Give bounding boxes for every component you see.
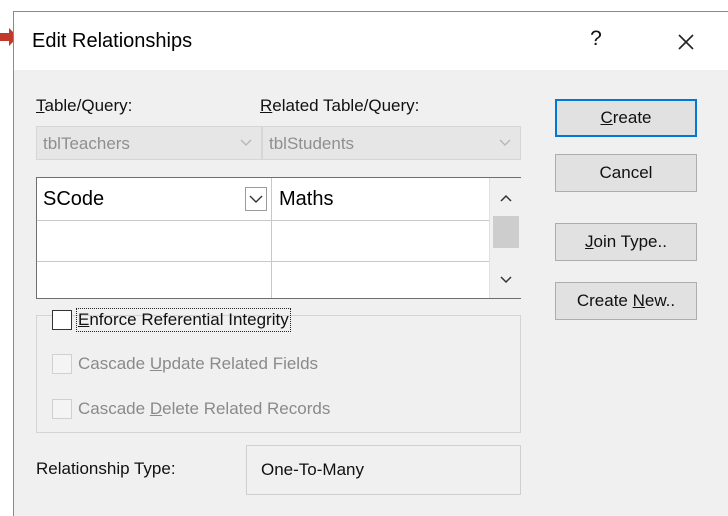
checkbox-box[interactable]: [52, 310, 72, 330]
edit-relationships-dialog: Edit Relationships ? Table/Query: Relate…: [13, 11, 728, 516]
relationship-type-value-box: One-To-Many: [246, 445, 521, 495]
chevron-down-icon: [249, 195, 263, 203]
cascade-delete-label: Cascade Delete Related Records: [78, 399, 331, 418]
relationship-type-label: Relationship Type:: [36, 459, 176, 478]
grid-column-divider: [271, 178, 272, 298]
scrollbar-thumb[interactable]: [493, 216, 519, 248]
create-new-button[interactable]: Create New..: [555, 282, 697, 320]
create-button[interactable]: Create: [555, 99, 697, 137]
chevron-down-icon: [240, 139, 252, 146]
grid-row-divider: [37, 220, 489, 221]
table-query-value: tblTeachers: [43, 134, 130, 153]
table-query-label: Table/Query:: [36, 96, 133, 115]
close-icon[interactable]: [666, 22, 706, 62]
grid-cell-right[interactable]: Maths: [279, 188, 333, 211]
enforce-referential-integrity-label: Enforce Referential Integrity: [76, 308, 291, 332]
table-query-combo[interactable]: tblTeachers: [36, 126, 262, 160]
grid-vertical-scrollbar[interactable]: [489, 178, 521, 298]
join-type-button[interactable]: Join Type..: [555, 223, 697, 261]
title-bar: Edit Relationships ?: [14, 12, 728, 70]
checkbox-box[interactable]: [52, 399, 72, 419]
checkbox-box[interactable]: [52, 354, 72, 374]
chevron-down-icon: [499, 139, 511, 146]
dialog-title: Edit Relationships: [32, 30, 193, 52]
help-button[interactable]: ?: [586, 27, 606, 51]
cell-dropdown-button[interactable]: [245, 187, 267, 211]
relationship-type-value: One-To-Many: [261, 460, 364, 479]
scroll-down-icon[interactable]: [498, 272, 514, 288]
enforce-referential-integrity-checkbox[interactable]: Enforce Referential Integrity: [52, 308, 291, 332]
related-table-query-label: Related Table/Query:: [260, 96, 420, 115]
related-table-query-combo[interactable]: tblStudents: [262, 126, 521, 160]
grid-cell-left[interactable]: SCode: [43, 188, 104, 211]
related-table-query-value: tblStudents: [269, 134, 355, 153]
cascade-update-checkbox[interactable]: Cascade Update Related Fields: [52, 354, 318, 374]
field-mapping-grid: SCode Maths: [36, 177, 521, 299]
cascade-update-label: Cascade Update Related Fields: [78, 354, 319, 373]
scroll-up-icon[interactable]: [498, 190, 514, 206]
cascade-delete-checkbox[interactable]: Cascade Delete Related Records: [52, 399, 330, 419]
grid-row-divider: [37, 261, 489, 262]
cancel-button[interactable]: Cancel: [555, 154, 697, 192]
